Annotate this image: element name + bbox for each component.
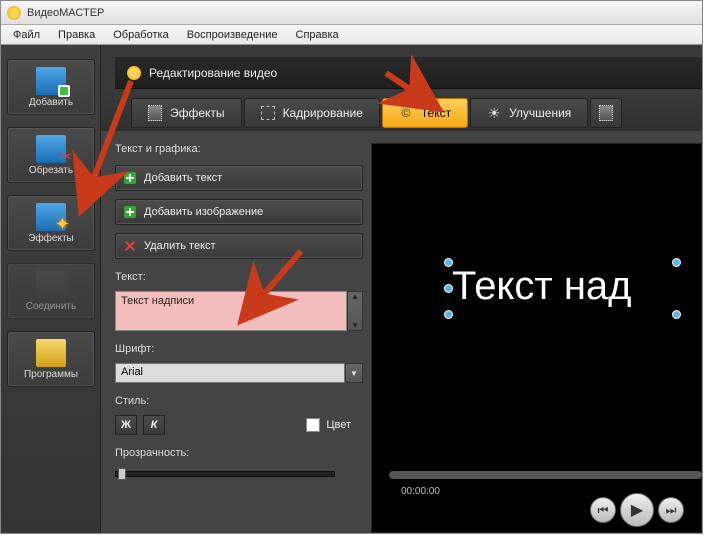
tab-extra[interactable] [590,98,622,128]
tab-text[interactable]: Текст [382,98,468,128]
sidebar-effects-button[interactable]: Эффекты [7,195,95,251]
font-dropdown-icon[interactable]: ▼ [345,363,363,383]
opacity-label: Прозрачность: [115,447,363,459]
opacity-handle[interactable] [118,468,126,480]
tab-enhance-label: Улучшения [509,106,571,120]
resize-handle[interactable] [672,310,681,319]
prev-button[interactable]: ⏮ [590,497,616,523]
menu-process[interactable]: Обработка [105,27,176,43]
bold-button[interactable]: Ж [115,415,137,435]
color-picker[interactable]: Цвет [306,418,351,432]
sidebar-add-label: Добавить [29,97,73,108]
sidebar-cut-button[interactable]: Обрезать [7,127,95,183]
tab-crop-label: Кадрирование [283,106,363,120]
menu-file[interactable]: Файл [5,27,48,43]
sidebar-programs-button[interactable]: Программы [7,331,95,387]
tab-crop[interactable]: Кадрирование [244,98,380,128]
menubar: Файл Правка Обработка Воспроизведение Сп… [1,25,702,45]
resize-handle[interactable] [444,310,453,319]
font-row: Arial ▼ [115,363,363,383]
color-label: Цвет [326,419,351,431]
add-image-label: Добавить изображение [144,206,263,218]
extra-tab-icon [599,106,613,120]
next-button[interactable]: ⏭ [658,497,684,523]
tab-text-label: Текст [421,106,451,120]
workspace: Добавить Обрезать Эффекты Соединить Прог… [1,45,702,533]
sidebar-join-button[interactable]: Соединить [7,263,95,319]
editor-title: Редактирование видео [149,66,277,80]
timeline[interactable] [389,471,702,479]
sidebar: Добавить Обрезать Эффекты Соединить Прог… [1,45,101,533]
color-swatch [306,418,320,432]
tab-effects[interactable]: Эффекты [131,98,242,128]
add-icon [36,67,66,95]
text-panel: Текст и графика: Добавить текст Добавить… [115,143,363,533]
menu-edit[interactable]: Правка [50,27,103,43]
programs-icon [36,339,66,367]
plus-icon [124,206,136,218]
crop-tab-icon [261,106,275,120]
add-text-button[interactable]: Добавить текст [115,165,363,191]
tabs: Эффекты Кадрирование Текст Улучшения [101,89,702,131]
sidebar-programs-label: Программы [24,369,78,380]
delete-text-button[interactable]: Удалить текст [115,233,363,259]
menu-help[interactable]: Справка [288,27,347,43]
editor-icon [127,66,141,80]
style-row: Ж К Цвет [115,415,363,435]
opacity-slider[interactable] [115,471,335,477]
time-display: 00:00:00 [401,486,440,497]
app-window: ВидеоМАСТЕР Файл Правка Обработка Воспро… [0,0,703,534]
plus-icon [124,172,136,184]
sidebar-join-label: Соединить [26,301,76,312]
text-tab-icon [399,106,413,120]
play-button[interactable]: ▶ [620,493,654,527]
app-icon [7,6,21,20]
section-title: Текст и графика: [115,143,363,155]
font-field-label: Шрифт: [115,343,363,355]
app-title: ВидеоМАСТЕР [27,7,104,19]
text-field-label: Текст: [115,271,363,283]
scissors-icon [36,135,66,163]
resize-handle[interactable] [444,284,453,293]
italic-button[interactable]: К [143,415,165,435]
editor-header: Редактирование видео [115,57,702,89]
text-area-wrap: Текст надписи ▲▼ [115,291,363,331]
resize-handle[interactable] [672,258,681,267]
delete-text-label: Удалить текст [144,240,216,252]
style-field-label: Стиль: [115,395,363,407]
sidebar-add-button[interactable]: Добавить [7,59,95,115]
tab-effects-label: Эффекты [170,106,225,120]
titlebar: ВидеоМАСТЕР [1,1,702,25]
tab-enhance[interactable]: Улучшения [470,98,588,128]
font-select[interactable]: Arial [115,363,345,383]
menu-playback[interactable]: Воспроизведение [179,27,286,43]
enhance-tab-icon [487,106,501,120]
add-text-label: Добавить текст [144,172,222,184]
resize-handle[interactable] [444,258,453,267]
main-area: Редактирование видео Эффекты Кадрировани… [101,45,702,533]
scrollbar[interactable]: ▲▼ [347,291,363,331]
effects-tab-icon [148,106,162,120]
text-input[interactable]: Текст надписи [115,291,347,331]
playback-controls: ⏮ ▶ ⏭ [590,493,684,527]
join-icon [36,271,66,299]
overlay-text[interactable]: Текст над [452,264,632,309]
add-image-button[interactable]: Добавить изображение [115,199,363,225]
delete-icon [124,240,136,252]
effects-icon [36,203,66,231]
